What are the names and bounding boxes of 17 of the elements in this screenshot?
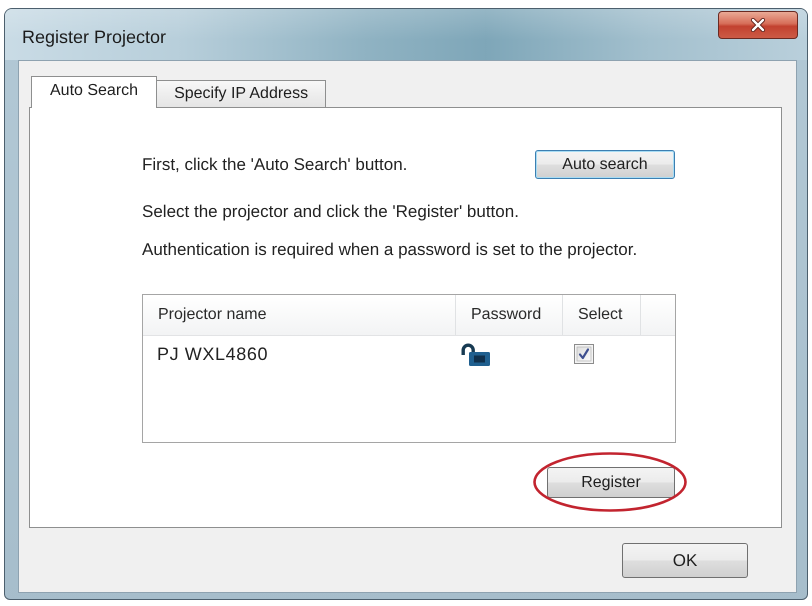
- instruction-text: Authentication is required when a password is set to the projector.: [142, 240, 638, 260]
- list-row[interactable]: PJ WXL4860: [143, 336, 675, 372]
- checkbox[interactable]: [574, 344, 594, 364]
- close-button[interactable]: [718, 11, 798, 39]
- register-button[interactable]: Register: [547, 467, 675, 498]
- tab[interactable]: Specify IP Address: [156, 80, 326, 107]
- close-icon: [750, 18, 766, 32]
- window-title: Register Projector: [22, 27, 166, 47]
- instruction-text: First, click the 'Auto Search' button.: [142, 154, 408, 174]
- tab[interactable]: Auto Search: [31, 76, 158, 108]
- projector-name: PJ WXL4860: [156, 344, 270, 364]
- column-header[interactable]: Projector name: [143, 295, 456, 335]
- auto-search-button[interactable]: Auto search: [535, 150, 675, 179]
- ok-button[interactable]: OK: [622, 543, 748, 578]
- column-header[interactable]: Password: [456, 295, 563, 335]
- instruction-text: Select the projector and click the 'Register' button.: [142, 202, 520, 222]
- column-header[interactable]: Select: [563, 295, 641, 335]
